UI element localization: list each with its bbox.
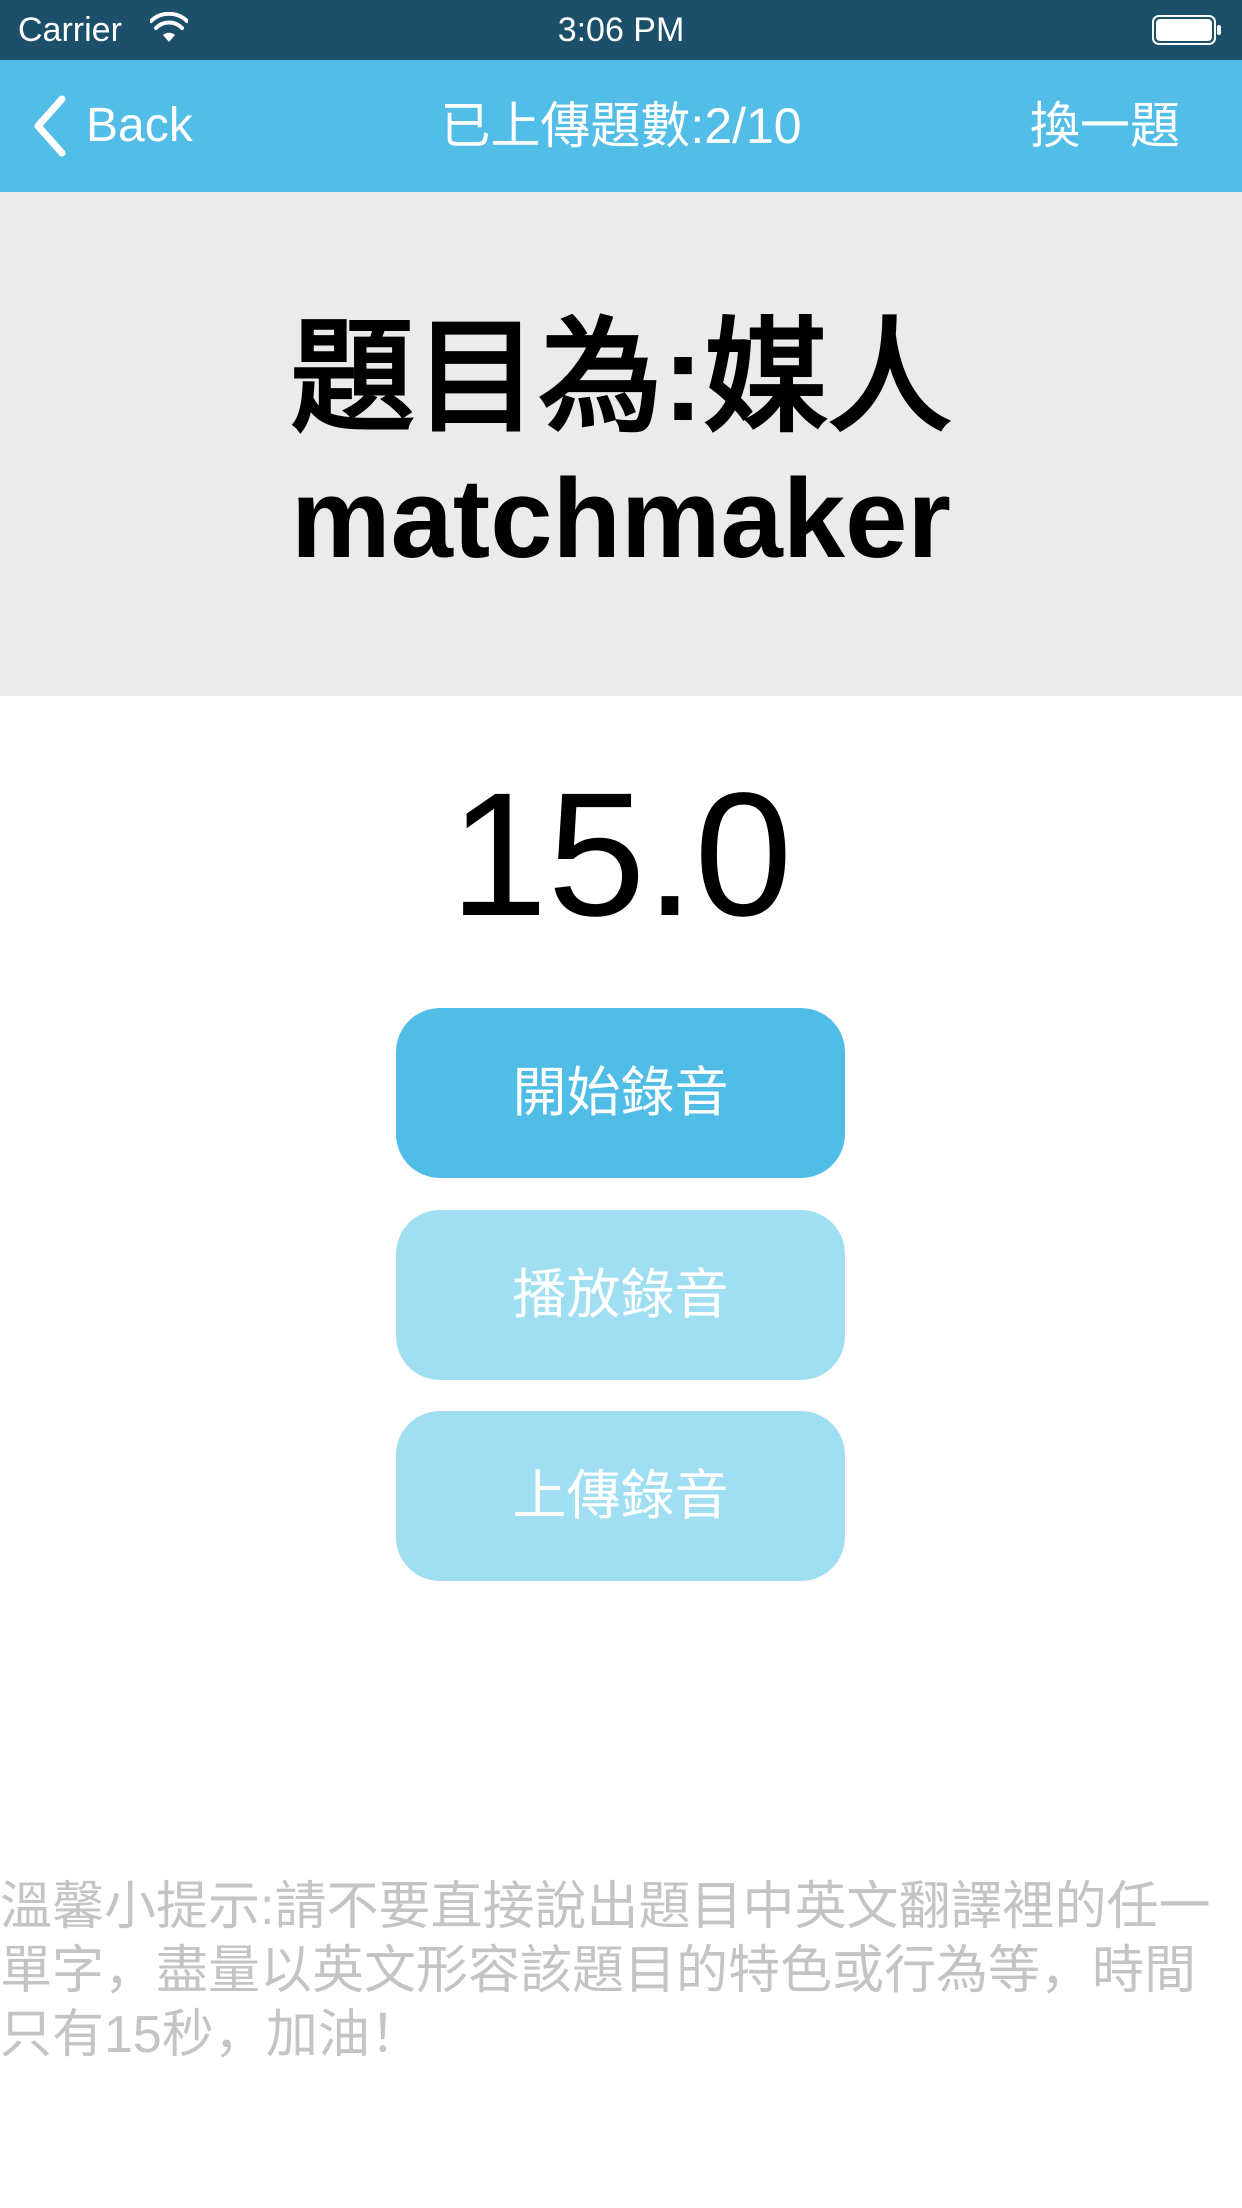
status-bar: Carrier 3:06 PM xyxy=(0,0,1242,60)
battery-icon xyxy=(1152,15,1221,45)
question-chinese: 題目為:媒人 xyxy=(290,309,952,447)
countdown-timer: 15.0 xyxy=(449,757,793,953)
upload-recording-button[interactable]: 上傳錄音 xyxy=(396,1411,845,1581)
change-question-button[interactable]: 換一題 xyxy=(1030,92,1180,160)
navigation-bar: Back 已上傳題數:2/10 換一題 xyxy=(0,60,1242,192)
hint-text: 溫馨小提示:請不要直接說出題目中英文翻譯裡的任一單字，盡量以英文形容該題目的特色… xyxy=(0,1878,1211,2064)
question-panel: 題目為:媒人 matchmaker xyxy=(0,192,1242,696)
play-recording-button[interactable]: 播放錄音 xyxy=(396,1210,845,1380)
status-time: 3:06 PM xyxy=(557,11,685,49)
question-english: matchmaker xyxy=(291,456,951,581)
start-recording-button[interactable]: 開始錄音 xyxy=(396,1008,845,1178)
